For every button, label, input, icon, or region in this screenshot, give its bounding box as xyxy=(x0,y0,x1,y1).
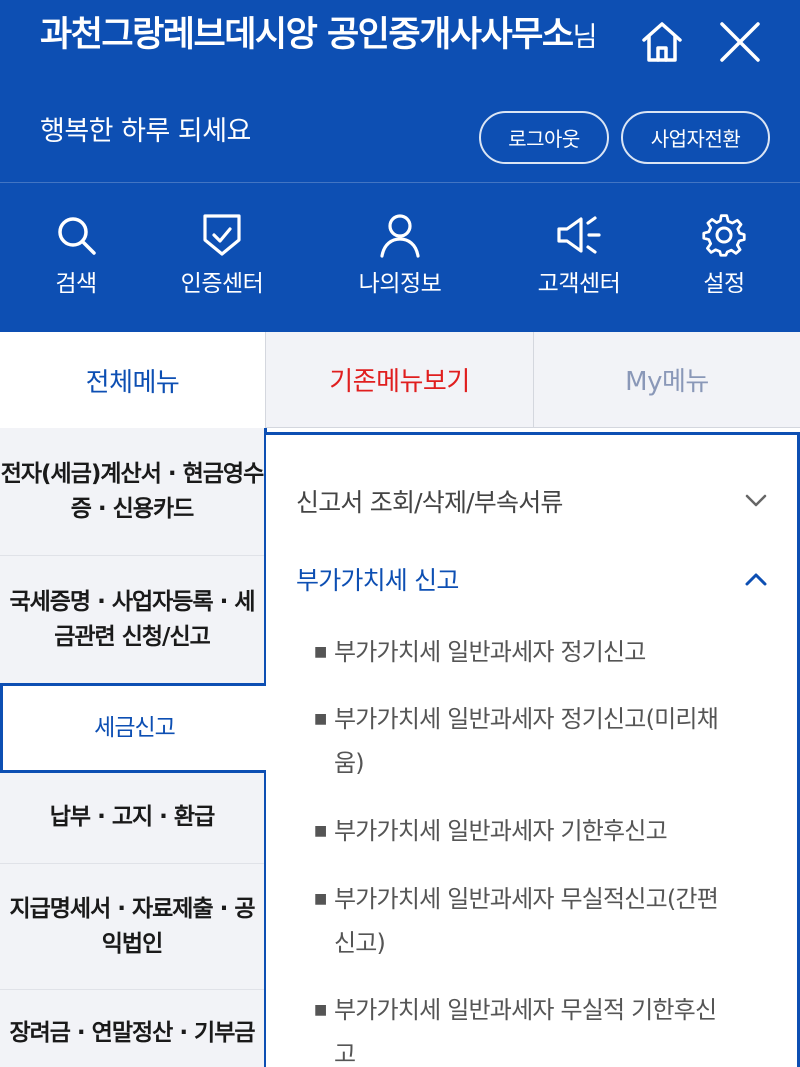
quicknav-label: 나의정보 xyxy=(358,271,442,297)
quicknav-search[interactable]: 검색 xyxy=(6,211,146,299)
sidebar-item-tax-filing[interactable]: 세금신고 xyxy=(0,683,266,773)
bullet-icon: ■ xyxy=(314,891,327,907)
user-icon xyxy=(376,211,424,259)
user-name: 과천그랑레브데시앙 공인중개사사무소 xyxy=(40,15,574,55)
bullet-icon: ■ xyxy=(314,823,327,839)
quicknav-my-info[interactable]: 나의정보 xyxy=(330,211,470,299)
chevron-up-icon xyxy=(745,573,767,586)
close-icon xyxy=(720,22,760,62)
quick-nav: 검색 인증센터 나의정보 고객센터 설정 xyxy=(0,182,800,332)
search-icon xyxy=(52,211,100,259)
chevron-down-icon xyxy=(745,494,767,507)
submenu-item[interactable]: ■ 부가가치세 일반과세자 무실적신고(간편신고) xyxy=(314,877,734,965)
shield-check-icon xyxy=(198,211,246,259)
tab-all-menu[interactable]: 전체메뉴 xyxy=(0,332,266,428)
section-vat-filing[interactable]: 부가가치세 신고 xyxy=(296,561,767,597)
sidebar-item-incentives[interactable]: 장려금 · 연말정산 · 기부금 xyxy=(0,990,264,1067)
megaphone-icon xyxy=(555,211,603,259)
quicknav-label: 설정 xyxy=(703,271,745,297)
sidebar-item-statements[interactable]: 지급명세서 · 자료제출 · 공익법인 xyxy=(0,864,264,990)
business-switch-button[interactable]: 사업자전환 xyxy=(621,111,770,164)
home-icon xyxy=(642,22,682,62)
submenu-panel: 신고서 조회/삭제/부속서류 부가가치세 신고 ■ 부가가치세 일반과세자 정기신… xyxy=(266,432,800,1067)
sidebar-item-payment[interactable]: 납부 · 고지 · 환급 xyxy=(0,772,264,864)
quicknav-label: 인증센터 xyxy=(180,271,264,297)
quicknav-label: 검색 xyxy=(55,271,97,297)
greeting-text: 행복한 하루 되세요 xyxy=(40,116,251,147)
quicknav-customer-center[interactable]: 고객센터 xyxy=(509,211,649,299)
bullet-icon: ■ xyxy=(314,711,327,727)
submenu-label: 부가가치세 일반과세자 정기신고(미리채움) xyxy=(334,705,719,777)
sidebar-item-tax-certificate[interactable]: 국세증명 · 사업자등록 · 세금관련 신청/신고 xyxy=(0,556,264,684)
submenu-item[interactable]: ■ 부가가치세 일반과세자 정기신고(미리채움) xyxy=(314,697,734,785)
submenu-label: 부가가치세 일반과세자 무실적 기한후신고 xyxy=(334,996,717,1067)
user-name-suffix: 님 xyxy=(572,22,598,53)
submenu-item[interactable]: ■ 부가가치세 일반과세자 무실적 기한후신고 xyxy=(314,988,734,1067)
sidebar-item-e-invoice[interactable]: 전자(세금)계산서 · 현금영수증 · 신용카드 xyxy=(0,428,264,556)
submenu-label: 부가가치세 일반과세자 무실적신고(간편신고) xyxy=(334,885,719,957)
home-button[interactable] xyxy=(634,14,690,70)
submenu-item[interactable]: ■ 부가가치세 일반과세자 기한후신고 xyxy=(314,809,734,853)
app-header: 과천그랑레브데시앙 공인중개사사무소님 행복한 하루 되세요 로그아웃 사업자전… xyxy=(0,0,800,182)
menu-tabs: 전체메뉴 기존메뉴보기 My메뉴 xyxy=(0,332,800,428)
quicknav-label: 고객센터 xyxy=(537,271,621,297)
submenu-label: 부가가치세 일반과세자 기한후신고 xyxy=(334,817,668,845)
quicknav-settings[interactable]: 설정 xyxy=(654,211,794,299)
bullet-icon: ■ xyxy=(314,1002,327,1018)
bullet-icon: ■ xyxy=(314,644,327,660)
gear-icon xyxy=(700,211,748,259)
section-report-inquiry[interactable]: 신고서 조회/삭제/부속서류 xyxy=(296,483,767,519)
section-label: 신고서 조회/삭제/부속서류 xyxy=(296,488,563,517)
tab-my-menu[interactable]: My메뉴 xyxy=(534,332,800,428)
category-sidebar: 전자(세금)계산서 · 현금영수증 · 신용카드 국세증명 · 사업자등록 · … xyxy=(0,428,266,1067)
tab-legacy-menu[interactable]: 기존메뉴보기 xyxy=(266,332,534,428)
quicknav-auth-center[interactable]: 인증센터 xyxy=(152,211,292,299)
section-label: 부가가치세 신고 xyxy=(296,566,459,595)
logout-button[interactable]: 로그아웃 xyxy=(479,111,609,164)
close-button[interactable] xyxy=(712,14,768,70)
user-name-heading: 과천그랑레브데시앙 공인중개사사무소님 xyxy=(40,8,610,65)
submenu-label: 부가가치세 일반과세자 정기신고 xyxy=(334,638,646,666)
submenu-item[interactable]: ■ 부가가치세 일반과세자 정기신고 xyxy=(314,630,734,674)
